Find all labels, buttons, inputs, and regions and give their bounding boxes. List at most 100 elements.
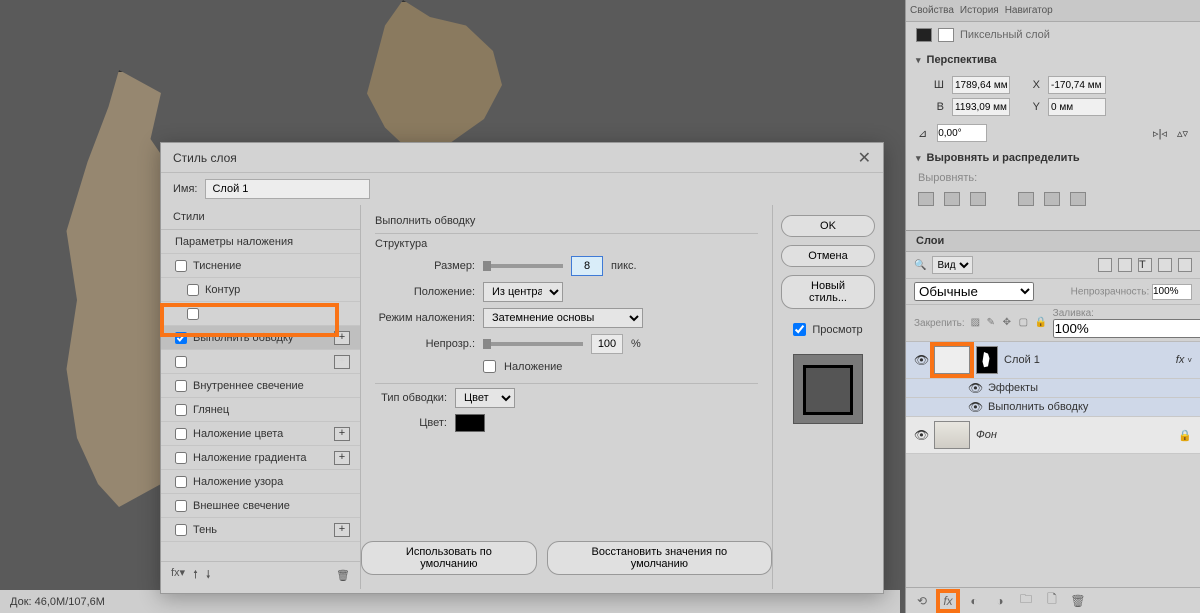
filter-type-icon[interactable]: T (1138, 258, 1152, 272)
align-header[interactable]: Выровнять и распределить (906, 146, 1200, 170)
angle-input[interactable] (937, 124, 987, 142)
style-row[interactable]: Наложение узора (161, 470, 360, 494)
size-slider[interactable] (483, 264, 563, 268)
height-input[interactable] (952, 98, 1010, 116)
move-down-icon[interactable]: 🠗 (206, 566, 211, 585)
width-input[interactable] (952, 76, 1010, 94)
layers-tab[interactable]: Слои (906, 231, 1200, 252)
lock-artboard-icon[interactable]: ▢ (1019, 317, 1031, 329)
effect-visibility-icon[interactable]: 👁 (968, 400, 982, 414)
effect-stroke-row[interactable]: 👁 Выполнить обводку (906, 398, 1200, 417)
style-row[interactable]: Наложение градиента+ (161, 446, 360, 470)
fx-menu-icon[interactable]: fx▾ (171, 566, 185, 585)
position-select[interactable]: Из центра (483, 282, 563, 302)
style-row[interactable]: + (161, 350, 360, 374)
style-checkbox[interactable] (175, 260, 187, 272)
style-row[interactable] (161, 302, 360, 326)
y-input[interactable] (1048, 98, 1106, 116)
blend-select[interactable]: Затемнение основы (483, 308, 643, 328)
style-checkbox[interactable] (175, 476, 187, 488)
link-layers-icon[interactable]: ⟲ (914, 593, 930, 609)
add-effect-icon[interactable]: + (334, 523, 350, 537)
overprint-checkbox[interactable] (483, 360, 496, 373)
style-checkbox[interactable] (175, 404, 187, 416)
bg-layer-thumbnail[interactable] (934, 421, 970, 449)
style-checkbox[interactable] (175, 356, 187, 368)
lock-pos-icon[interactable]: ✥ (1003, 317, 1015, 329)
add-effect-icon[interactable]: + (334, 427, 350, 441)
preview-checkbox-row[interactable]: Просмотр (793, 323, 862, 336)
reset-default-button[interactable]: Восстановить значения по умолчанию (547, 541, 772, 575)
add-mask-icon[interactable]: ◐ (966, 593, 982, 609)
panel-tabs[interactable]: СвойстваИсторияНавигатор (906, 0, 1200, 22)
align-top-icon[interactable] (1018, 192, 1034, 206)
style-checkbox[interactable] (187, 308, 199, 320)
style-row[interactable]: Тиснение (161, 254, 360, 278)
style-row[interactable]: Тень+ (161, 518, 360, 542)
style-row[interactable]: Наложение цвета+ (161, 422, 360, 446)
delete-layer-icon[interactable]: 🗑 (1070, 593, 1086, 609)
style-checkbox[interactable] (175, 524, 187, 536)
lock-all-icon[interactable]: 🔒 (1035, 317, 1047, 329)
effects-visibility-icon[interactable]: 👁 (968, 381, 982, 395)
x-input[interactable] (1048, 76, 1106, 94)
style-row[interactable]: Выполнить обводку+ (161, 326, 360, 350)
style-checkbox[interactable] (175, 380, 187, 392)
fill-type-select[interactable]: Цвет (455, 388, 515, 408)
visibility-icon[interactable]: 👁 (914, 353, 928, 367)
close-icon[interactable]: ✕ (858, 148, 871, 168)
filter-pixel-icon[interactable] (1098, 258, 1112, 272)
layer-mask-thumbnail[interactable] (976, 346, 998, 374)
filter-smart-icon[interactable] (1178, 258, 1192, 272)
move-up-icon[interactable]: 🠕 (193, 566, 198, 585)
size-input[interactable] (571, 256, 603, 276)
preview-checkbox[interactable] (793, 323, 806, 336)
ok-button[interactable]: OK (781, 215, 875, 237)
filter-shape-icon[interactable] (1158, 258, 1172, 272)
fx-button-icon[interactable]: fx (940, 593, 956, 609)
perspective-header[interactable]: Перспектива (906, 48, 1200, 72)
make-default-button[interactable]: Использовать по умолчанию (361, 541, 537, 575)
trash-icon[interactable]: 🗑 (336, 569, 350, 582)
name-input[interactable] (205, 179, 370, 199)
align-right-icon[interactable] (970, 192, 986, 206)
style-checkbox[interactable] (187, 284, 199, 296)
style-checkbox[interactable] (175, 332, 187, 344)
lock-trans-icon[interactable]: ▨ (971, 317, 983, 329)
style-checkbox[interactable] (175, 452, 187, 464)
add-effect-icon[interactable]: + (334, 331, 350, 345)
add-effect-icon[interactable]: + (334, 355, 350, 369)
style-row[interactable]: Внешнее свечение (161, 494, 360, 518)
filter-adjust-icon[interactable] (1118, 258, 1132, 272)
filter-kind-select[interactable]: Вид (932, 256, 973, 274)
style-row[interactable]: Внутреннее свечение (161, 374, 360, 398)
layer-row-background[interactable]: 👁 Фон 🔒 (906, 417, 1200, 454)
align-bottom-icon[interactable] (1070, 192, 1086, 206)
group-icon[interactable]: 🗀 (1018, 593, 1034, 609)
opacity-slider[interactable] (483, 342, 583, 346)
style-row[interactable]: Контур (161, 278, 360, 302)
style-checkbox[interactable] (175, 500, 187, 512)
color-swatch[interactable] (455, 414, 485, 432)
flip-h-icon[interactable]: ▹|◃ (1153, 127, 1167, 140)
adjustment-icon[interactable]: ◑ (992, 593, 1008, 609)
new-layer-icon[interactable]: 🗋 (1044, 593, 1060, 609)
lock-paint-icon[interactable]: ✎ (987, 317, 999, 329)
fx-indicator[interactable]: fx ˅ (1176, 354, 1192, 366)
blending-options-row[interactable]: Параметры наложения (161, 230, 360, 254)
style-checkbox[interactable] (175, 428, 187, 440)
add-effect-icon[interactable]: + (334, 451, 350, 465)
align-center-h-icon[interactable] (944, 192, 960, 206)
layer-opacity-input[interactable] (1152, 284, 1192, 300)
layer-name-label[interactable]: Слой 1 (1004, 354, 1170, 366)
layer-thumbnail[interactable] (934, 346, 970, 374)
opacity-input[interactable] (591, 334, 623, 354)
new-style-button[interactable]: Новый стиль... (781, 275, 875, 309)
visibility-icon[interactable]: 👁 (914, 428, 928, 442)
bg-layer-label[interactable]: Фон (976, 429, 1172, 441)
flip-v-icon[interactable]: ▵▿ (1177, 127, 1188, 140)
dialog-titlebar[interactable]: Стиль слоя ✕ (161, 143, 883, 173)
align-left-icon[interactable] (918, 192, 934, 206)
cancel-button[interactable]: Отмена (781, 245, 875, 267)
fill-input[interactable] (1053, 319, 1200, 338)
